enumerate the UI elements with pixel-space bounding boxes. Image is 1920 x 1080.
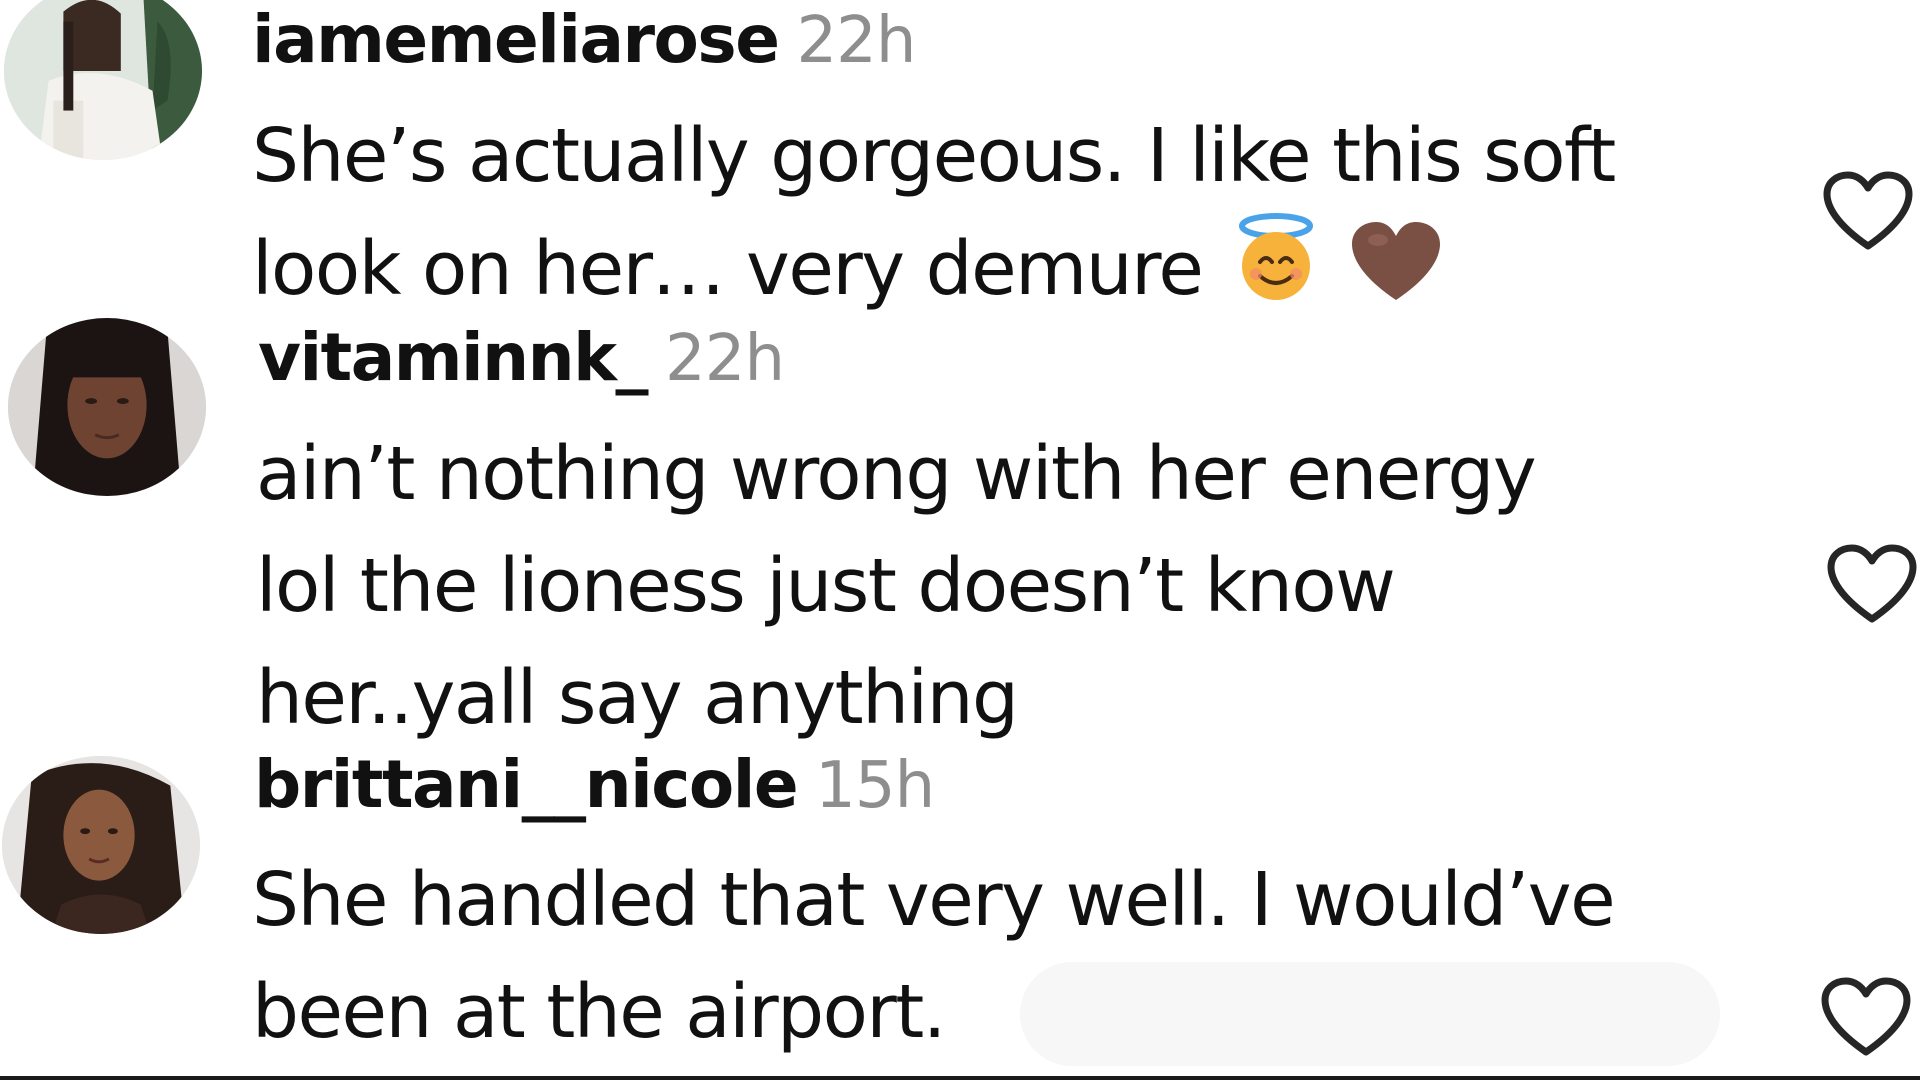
- comment-username[interactable]: brittani__nicole 15h: [254, 752, 935, 819]
- avatar[interactable]: [4, 0, 202, 160]
- like-heart-icon[interactable]: [1826, 543, 1918, 627]
- like-heart-icon[interactable]: [1822, 170, 1914, 254]
- comment-line: ain’t nothing wrong with her energy: [256, 431, 1537, 517]
- comment-timestamp: 22h: [665, 322, 785, 396]
- comment-timestamp: 15h: [815, 749, 935, 823]
- comment-line: lol the lioness just doesn’t know: [256, 543, 1396, 629]
- smiling-face-with-halo-icon: [1230, 212, 1322, 335]
- username-text[interactable]: brittani__nicole: [254, 746, 799, 823]
- username-text[interactable]: vitaminnk_: [258, 319, 649, 396]
- comment-timestamp: 22h: [796, 4, 916, 78]
- comment-text: She’s actually gorgeous. I like this sof…: [252, 100, 1772, 335]
- username-text[interactable]: iamemeliarose: [252, 1, 780, 78]
- comment-username[interactable]: vitaminnk_ 22h: [258, 325, 785, 392]
- comment-line: She handled that very well. I would’ve: [252, 857, 1616, 943]
- comment-line: her..yall say anything: [256, 655, 1019, 741]
- avatar[interactable]: [2, 756, 200, 934]
- comment-text: ain’t nothing wrong with her energy lol …: [256, 418, 1776, 754]
- comment-username[interactable]: iamemeliarose 22h: [252, 7, 916, 74]
- avatar[interactable]: [8, 318, 206, 496]
- redacted-area: [1020, 962, 1720, 1066]
- brown-heart-icon: [1350, 220, 1442, 335]
- comment-line-with-emoji: look on her… very demure: [252, 212, 1772, 335]
- bottom-border: [0, 1076, 1920, 1080]
- comment-line-text: look on her… very demure: [252, 226, 1204, 312]
- like-heart-icon[interactable]: [1820, 976, 1912, 1060]
- comment-line: She’s actually gorgeous. I like this sof…: [252, 113, 1616, 199]
